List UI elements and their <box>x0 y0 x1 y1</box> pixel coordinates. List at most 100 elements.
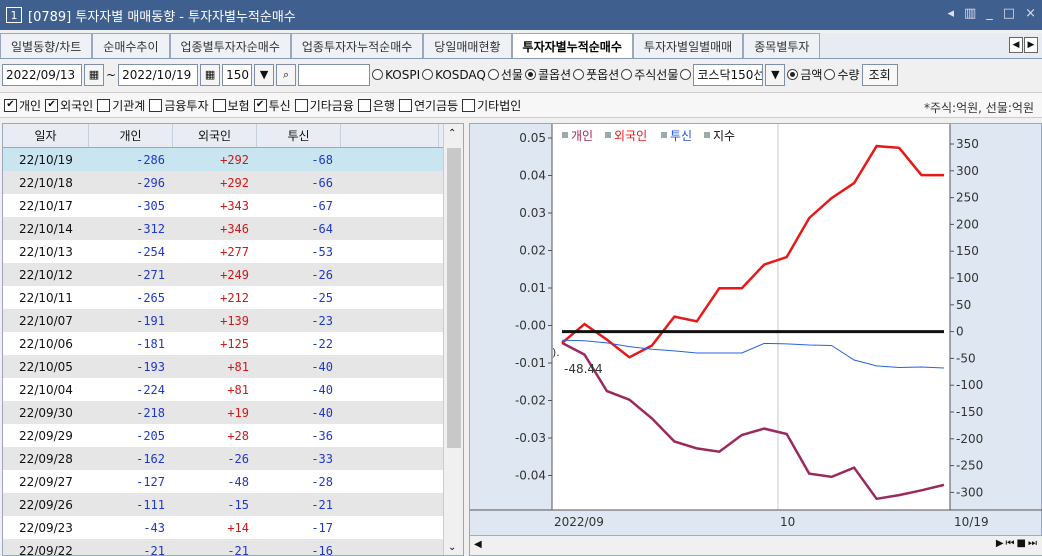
investor-checkbox-bar: ✔ 개인 ✔ 외국인 기관계 금융투자 보험 ✔ 투신 기타금융 은행 연기금등 기타… <box>0 92 1042 118</box>
cell-empty <box>341 447 439 470</box>
cell-date: 22/09/26 <box>19 497 73 512</box>
tab-sector-investor-net[interactable]: 업종별투자자순매수 <box>169 33 291 58</box>
scroll-left-icon[interactable]: ◀ <box>474 539 482 550</box>
table-row[interactable]: 22/10/18 -296 +292 -66 <box>3 171 463 194</box>
table-row[interactable]: 22/10/04 -224 +81 -40 <box>3 378 463 401</box>
search-icon[interactable]: ⌕ <box>276 63 297 86</box>
table-row[interactable]: 22/09/26 -111 -15 -21 <box>3 493 463 516</box>
table-row[interactable]: 22/10/05 -193 +81 -40 <box>3 355 463 378</box>
table-row[interactable]: 22/10/17 -305 +343 -67 <box>3 194 463 217</box>
tab-sector-investor-cum[interactable]: 업종투자자누적순매수 <box>290 33 424 58</box>
rewind-icon[interactable]: ⏮ <box>1006 538 1015 549</box>
cumulative-chart[interactable]: 0.05 0.04 0.03 0.02 0.01 -0.00 -0.01 -0.02 -0.03… <box>469 123 1042 556</box>
table-row[interactable]: 22/09/23 -43 +14 -17 <box>3 516 463 539</box>
query-button[interactable]: 조회 <box>861 63 898 86</box>
right-tick-label: -200 <box>956 432 983 446</box>
count-dropdown-icon[interactable]: ▼ <box>254 63 275 86</box>
tab-daily-chart[interactable]: 일별동향/차트 <box>0 33 93 58</box>
cell-trust: -64 <box>311 221 333 236</box>
play-icon[interactable]: ▶ <box>996 538 1004 549</box>
forward-icon[interactable]: ⏭ <box>1028 538 1037 549</box>
table-scrollbar[interactable]: ⌃ ⌄ <box>443 124 463 555</box>
check-bank[interactable]: 은행 <box>357 97 395 114</box>
collapse-icon[interactable]: ◂ <box>947 6 954 21</box>
header-trust[interactable]: 투신 <box>257 124 341 147</box>
header-date[interactable]: 일자 <box>3 124 89 147</box>
check-financial-investment[interactable]: 금융투자 <box>149 97 209 114</box>
radio-quantity[interactable]: 수량 <box>824 66 860 83</box>
checkbox-label: 개인 <box>19 98 42 113</box>
cell-foreign: +28 <box>227 428 249 443</box>
start-date-input[interactable]: 2022/09/13 <box>2 63 82 86</box>
tab-net-buy-trend[interactable]: 순매수추이 <box>92 33 170 58</box>
header-individual[interactable]: 개인 <box>89 124 173 147</box>
stop-icon[interactable]: ■ <box>1017 538 1026 549</box>
index-select[interactable]: 코스닥150선 <box>693 63 764 86</box>
tab-investor-daily[interactable]: 투자자별일별매매 <box>632 33 744 58</box>
close-icon[interactable]: × <box>1025 6 1036 21</box>
right-tick-label: 300 <box>956 164 979 178</box>
cell-foreign: +292 <box>220 175 249 190</box>
scroll-thumb[interactable] <box>447 148 461 448</box>
right-tick-label: -100 <box>956 378 983 392</box>
count-input[interactable]: 150 <box>222 63 253 86</box>
right-tick-label: -250 <box>956 459 983 473</box>
minimize-icon[interactable]: _ <box>986 6 993 21</box>
tab-right-arrow-icon[interactable]: ▶ <box>1024 37 1038 53</box>
check-institution[interactable]: 기관계 <box>97 97 145 114</box>
maximize-icon[interactable]: □ <box>1003 6 1015 21</box>
table-row[interactable]: 22/09/27 -127 -48 -28 <box>3 470 463 493</box>
radio-amount[interactable]: 금액 <box>787 66 822 83</box>
table-row[interactable]: 22/09/28 -162 -26 -33 <box>3 447 463 470</box>
tab-left-arrow-icon[interactable]: ◀ <box>1009 37 1023 53</box>
table-row[interactable]: 22/10/06 -181 +125 -22 <box>3 332 463 355</box>
table-row[interactable]: 22/10/12 -271 +249 -26 <box>3 263 463 286</box>
cell-foreign: +249 <box>220 267 249 282</box>
table-row[interactable]: 22/10/14 -312 +346 -64 <box>3 217 463 240</box>
check-other-finance[interactable]: 기타금융 <box>294 97 354 114</box>
check-insurance[interactable]: 보험 <box>212 97 250 114</box>
check-foreign[interactable]: ✔ 외국인 <box>45 97 93 114</box>
radio-kosdaq[interactable]: KOSDAQ <box>422 68 486 82</box>
table-row[interactable]: 22/09/29 -205 +28 -36 <box>3 424 463 447</box>
scroll-down-icon[interactable]: ⌄ <box>448 542 456 553</box>
code-input[interactable] <box>298 63 371 86</box>
table-row[interactable]: 22/09/22 -21 -21 -16 <box>3 539 463 555</box>
checkbox-icon <box>212 98 226 112</box>
radio-kospi[interactable]: KOSPI <box>372 68 420 82</box>
title-bar: 1 [0789] 투자자별 매매동향 - 투자자별누적순매수 ◂ ▥ _ □ × <box>0 0 1042 30</box>
tab-daily-trading[interactable]: 당일매매현황 <box>423 33 512 58</box>
table-row[interactable]: 22/09/30 -218 +19 -40 <box>3 401 463 424</box>
radio-futures[interactable]: 선물 <box>487 66 523 83</box>
index-dropdown-icon[interactable]: ▼ <box>765 63 786 86</box>
end-date-input[interactable]: 2022/10/19 <box>118 63 199 86</box>
check-investment-trust[interactable]: ✔ 투신 <box>253 97 291 114</box>
calendar-icon[interactable]: ▦ <box>200 63 221 86</box>
cell-individual: -43 <box>143 520 165 535</box>
cell-date: 22/10/13 <box>19 244 73 259</box>
cell-individual: -254 <box>136 244 165 259</box>
table-row[interactable]: 22/10/07 -191 +139 -23 <box>3 309 463 332</box>
header-foreign[interactable]: 외국인 <box>173 124 257 147</box>
check-other-corp[interactable]: 기타법인 <box>462 97 521 114</box>
checkbox-checked-icon: ✔ <box>45 98 59 112</box>
scroll-up-icon[interactable]: ⌃ <box>448 128 456 139</box>
tab-stock-investor[interactable]: 종목별투자 <box>743 33 821 58</box>
radio-circle-icon[interactable] <box>680 69 692 80</box>
chart-hscrollbar[interactable]: ◀ ▶ ⏮ ■ ⏭ <box>470 535 1042 555</box>
check-individual[interactable]: ✔ 개인 <box>4 97 41 114</box>
table-row[interactable]: 22/10/11 -265 +212 -25 <box>3 286 463 309</box>
cell-individual: -271 <box>136 267 165 282</box>
calendar-icon[interactable]: ▦ <box>84 63 104 86</box>
table-row[interactable]: 22/10/13 -254 +277 -53 <box>3 240 463 263</box>
table-row[interactable]: 22/10/19 -286 +292 -68 <box>3 148 463 171</box>
check-pension[interactable]: 연기금등 <box>398 97 458 114</box>
tab-investor-cumulative[interactable]: 투자자별누적순매수 <box>511 33 633 58</box>
radio-circle-icon <box>422 69 434 80</box>
layout-icon[interactable]: ▥ <box>964 6 976 21</box>
right-tick-label: -150 <box>956 405 983 419</box>
radio-call-option[interactable]: 콜옵션 <box>524 66 571 83</box>
radio-put-option[interactable]: 풋옵션 <box>573 66 619 83</box>
right-tick-label: 250 <box>956 191 979 205</box>
radio-stock-futures[interactable]: 주식선물 <box>621 66 678 83</box>
